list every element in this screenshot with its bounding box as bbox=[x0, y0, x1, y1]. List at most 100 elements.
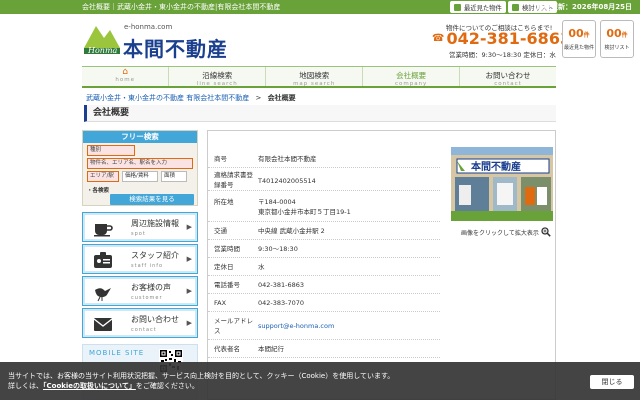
company-info-section: 商号 有限会社本間不動産 適格請求書登録番号 T4012402005514 所在… bbox=[207, 130, 556, 400]
sidebar-link-spot[interactable]: 周辺施設情報 spot ▶ bbox=[82, 212, 198, 242]
page-title: 会社概要 bbox=[84, 105, 556, 122]
consider-count-box[interactable]: 00件 検討リスト bbox=[600, 20, 634, 58]
last-update: 最終更新：2026年08月25日 bbox=[537, 2, 632, 12]
info-label: 商号 bbox=[214, 155, 227, 163]
business-hours: 営業時間：9:30〜18:30 定休日：水 bbox=[449, 51, 556, 59]
info-value: 水 bbox=[258, 263, 265, 271]
phone-icon: ☎ bbox=[432, 33, 445, 44]
cookie-close-button[interactable]: 閉じる bbox=[590, 375, 634, 389]
domain-text: e-honma.com bbox=[124, 23, 173, 31]
sidebar-link-staff-sub: staff info bbox=[131, 263, 164, 269]
mobile-site-title: MOBILE SITE bbox=[89, 349, 145, 357]
recent-properties-button[interactable]: 最近見た物件 bbox=[450, 1, 506, 13]
info-row-representative: 代表者名 本間紀行 bbox=[208, 340, 440, 358]
email-link[interactable]: support@e-honma.com bbox=[258, 321, 438, 331]
info-value: 〒184-0004 bbox=[258, 198, 296, 206]
recent-count-unit: 件 bbox=[583, 32, 590, 39]
info-row-trade-name: 商号 有限会社本間不動産 bbox=[208, 150, 440, 168]
site-title: 会社概要｜武蔵小金井・東小金井の不動産|有限会社本間不動産 bbox=[82, 3, 281, 11]
info-label: 交通 bbox=[214, 227, 227, 235]
info-label: 電話番号 bbox=[214, 281, 240, 289]
nav-line-search[interactable]: 沿線検索 line search bbox=[168, 67, 265, 87]
sidebar-link-contact-label: お問い合わせ bbox=[131, 315, 179, 324]
coffee-cup-icon bbox=[94, 224, 113, 237]
home-icon: ⌂ bbox=[122, 67, 129, 77]
breadcrumb: 武蔵小金井・東小金井の不動産 有限会社本間不動産 > 会社概要 bbox=[86, 93, 296, 103]
list-icon bbox=[512, 3, 519, 11]
nav-line-search-label: 沿線検索 bbox=[202, 71, 233, 80]
info-label: 定休日 bbox=[214, 263, 234, 271]
bird-icon bbox=[95, 288, 111, 302]
sidebar-link-staff[interactable]: スタッフ紹介 staff info ▶ bbox=[82, 244, 198, 274]
info-row-phone: 電話番号 042-381-6863 bbox=[208, 276, 440, 294]
cookie-line2-suffix: をご確認ください。 bbox=[135, 382, 199, 390]
logo-text: Honma bbox=[87, 46, 118, 55]
breadcrumb-current: 会社概要 bbox=[267, 94, 296, 102]
global-nav: ⌂ home 沿線検索 line search 地図検索 map search … bbox=[82, 66, 556, 88]
nav-map-search[interactable]: 地図検索 map search bbox=[265, 67, 362, 87]
envelope-icon bbox=[93, 318, 113, 331]
info-row-holiday: 定休日 水 bbox=[208, 258, 440, 276]
info-value: T4012402005514 bbox=[258, 177, 316, 185]
nav-contact[interactable]: お問い合わせ contact bbox=[459, 67, 556, 87]
recent-count-box[interactable]: 00件 最近見た物件 bbox=[562, 20, 596, 58]
phone-number[interactable]: 042-381-6863 bbox=[446, 29, 571, 48]
sidebar: フリー検索 種別 物件名、エリア名、駅名を入力 エリア/駅 価格/賃料 面積 ・… bbox=[82, 130, 198, 400]
recent-properties-label: 最近見た物件 bbox=[464, 4, 502, 12]
cookie-line1: 当サイトでは、お客様の当サイト利用状況把握、サービス向上検討を目的として、クッキ… bbox=[8, 372, 395, 380]
area-select[interactable]: エリア/駅 bbox=[87, 171, 119, 182]
nav-company[interactable]: 会社概要 company bbox=[362, 67, 459, 87]
search-submit-button[interactable]: 検索結果を見る bbox=[110, 194, 194, 205]
nav-contact-sub: contact bbox=[494, 81, 522, 87]
type-select[interactable]: 種別 bbox=[87, 145, 135, 156]
store-sign-text: 本間不動産 bbox=[471, 160, 521, 173]
info-label: 代表者名 bbox=[214, 345, 240, 353]
cookie-text: 当サイトでは、お客様の当サイト利用状況把握、サービス向上検討を目的として、クッキ… bbox=[8, 371, 394, 391]
info-label: 営業時間 bbox=[214, 245, 240, 253]
nav-home-label: home bbox=[115, 77, 135, 83]
nav-company-label: 会社概要 bbox=[396, 71, 427, 80]
condition-label: ・各検索 bbox=[87, 188, 110, 194]
price-select[interactable]: 価格/賃料 bbox=[122, 171, 158, 182]
nav-home[interactable]: ⌂ home bbox=[82, 67, 168, 86]
zoom-icon bbox=[541, 227, 551, 237]
info-row-access: 交通 中央線 武蔵小金井駅 2 bbox=[208, 222, 440, 240]
nav-map-search-sub: map search bbox=[293, 81, 336, 87]
free-search-title: フリー検索 bbox=[83, 131, 197, 143]
company-name[interactable]: 本間不動産 bbox=[123, 33, 228, 62]
cookie-line2-prefix: 詳しくは、 bbox=[8, 382, 43, 390]
area-size-select[interactable]: 面積 bbox=[161, 171, 187, 182]
breadcrumb-home-link[interactable]: 武蔵小金井・東小金井の不動産 有限会社本間不動産 bbox=[86, 94, 249, 102]
nav-company-sub: company bbox=[394, 81, 428, 87]
recent-count: 00 bbox=[568, 27, 584, 40]
chevron-right-icon: ▶ bbox=[186, 255, 192, 263]
chevron-right-icon: ▶ bbox=[186, 319, 192, 327]
sidebar-link-spot-sub: spot bbox=[131, 231, 146, 237]
consider-count-label: 検討リスト bbox=[604, 45, 630, 51]
store-photo[interactable]: 本間不動産 bbox=[451, 147, 553, 221]
consider-count: 00 bbox=[606, 27, 622, 40]
keyword-input[interactable]: 物件名、エリア名、駅名を入力 bbox=[87, 158, 193, 169]
cookie-banner: 当サイトでは、お客様の当サイト利用状況把握、サービス向上検討を目的として、クッキ… bbox=[0, 362, 640, 400]
nav-contact-label: お問い合わせ bbox=[485, 71, 531, 80]
sidebar-link-customer-label: お客様の声 bbox=[131, 283, 171, 292]
chevron-right-icon: ▶ bbox=[186, 223, 192, 231]
info-row-fax: FAX 042-383-7070 bbox=[208, 294, 440, 312]
info-value: 042-383-7070 bbox=[258, 299, 305, 307]
info-value: 中央線 武蔵小金井駅 2 bbox=[258, 227, 325, 235]
photo-caption-text: 画像をクリックして拡大表示 bbox=[461, 229, 539, 237]
cookie-policy-link[interactable]: 「Cookieの取扱いについて」 bbox=[43, 382, 136, 390]
sidebar-link-contact[interactable]: お問い合わせ contact ▶ bbox=[82, 308, 198, 338]
company-logo-icon[interactable]: Honma bbox=[82, 20, 122, 60]
info-value-line2: 東京都小金井市本町５丁目19-1 bbox=[258, 208, 351, 216]
info-label: メールアドレス bbox=[214, 317, 253, 335]
sidebar-link-contact-sub: contact bbox=[131, 327, 157, 333]
sidebar-link-staff-label: スタッフ紹介 bbox=[131, 251, 179, 260]
nav-line-search-sub: line search bbox=[196, 81, 238, 87]
free-search-panel: フリー検索 種別 物件名、エリア名、駅名を入力 エリア/駅 価格/賃料 面積 ・… bbox=[82, 130, 198, 206]
info-row-email: メールアドレス support@e-honma.com bbox=[208, 312, 440, 340]
sidebar-link-customer[interactable]: お客様の声 customer ▶ bbox=[82, 276, 198, 306]
info-label: 適格請求書登録番号 bbox=[214, 171, 253, 189]
info-value: 9:30〜18:30 bbox=[258, 245, 298, 253]
photo-caption[interactable]: 画像をクリックして拡大表示 bbox=[461, 227, 551, 237]
